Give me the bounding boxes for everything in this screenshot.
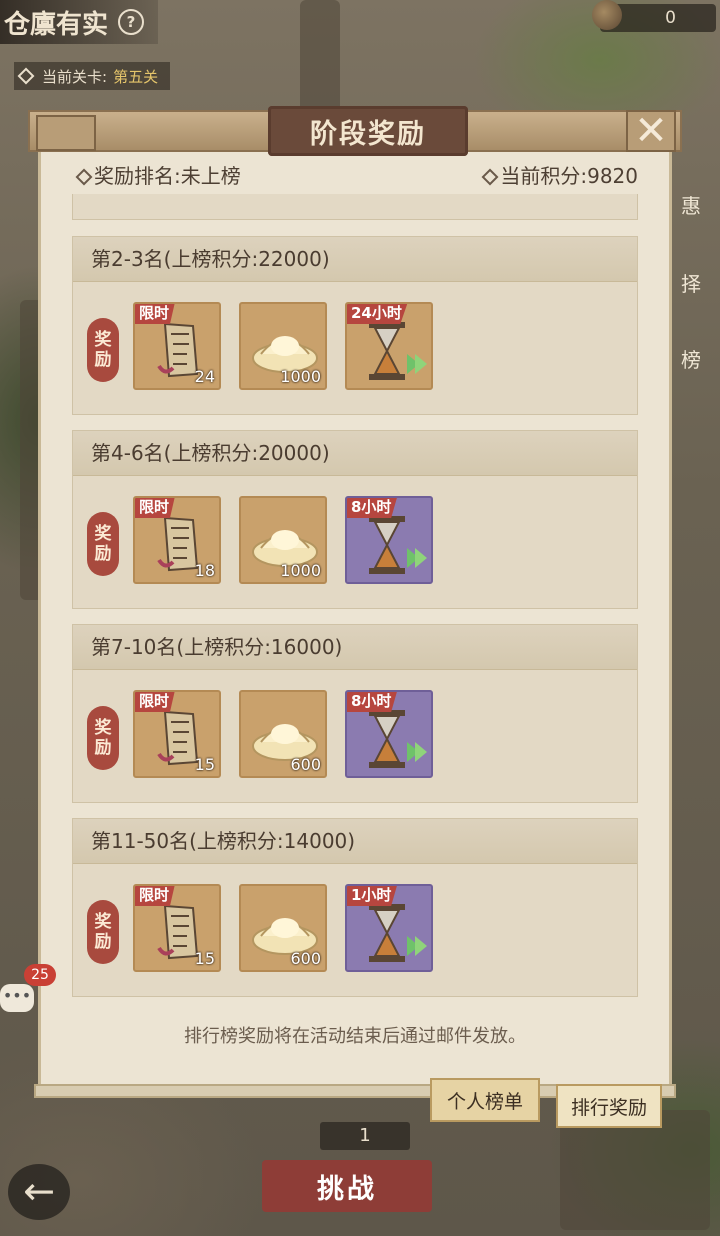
- item-count: 600: [290, 755, 321, 774]
- help-icon[interactable]: ?: [118, 9, 145, 35]
- item-tag: 限时: [135, 692, 176, 712]
- diamond-icon: [17, 67, 35, 85]
- badge-char: 奖: [94, 912, 112, 932]
- modal-title: 阶段奖励: [268, 106, 468, 156]
- item-count: 600: [290, 949, 321, 968]
- badge-char: 奖: [94, 524, 112, 544]
- mail-notice: 排行榜奖励将在活动结束后通过邮件发放。: [184, 1026, 526, 1047]
- reward-badge: 奖励: [87, 318, 119, 382]
- background-prop: [560, 1110, 710, 1230]
- badge-char: 励: [94, 350, 112, 370]
- badge-char: 励: [94, 932, 112, 952]
- reward-item-scroll[interactable]: 限时 15: [133, 690, 221, 778]
- reward-item-hourglass[interactable]: 8小时: [345, 496, 433, 584]
- badge-char: 励: [94, 544, 112, 564]
- item-tag: 8小时: [347, 692, 398, 712]
- side-label: 惠: [681, 194, 701, 218]
- event-title: 仓廪有实: [4, 9, 109, 40]
- item-tag: 1小时: [347, 886, 398, 906]
- tier-body: 奖励限时 15 600 1小时: [73, 864, 637, 996]
- reward-item-gold-ingot[interactable]: 1000: [239, 496, 327, 584]
- tier-title: 第2-3名(上榜积分:22000): [73, 237, 637, 282]
- event-title-bar: 仓廪有实 ?: [0, 0, 159, 44]
- rod-end: [36, 115, 96, 151]
- tier-body: 奖励限时 15 600 8小时: [73, 670, 637, 802]
- item-tag: 24小时: [347, 304, 408, 324]
- badge-char: 励: [94, 738, 112, 758]
- rank-label: 奖励排名:未上榜: [94, 164, 241, 188]
- tier-title: 第11-50名(上榜积分:14000): [73, 819, 637, 864]
- coin-counter: 0: [592, 0, 716, 32]
- reward-tier-partial: 35 2000 3: [72, 194, 638, 220]
- reward-item-gold-ingot[interactable]: 600: [239, 884, 327, 972]
- reward-item-scroll[interactable]: 限时 15: [133, 884, 221, 972]
- reward-badge: 奖励: [87, 900, 119, 964]
- diamond-icon: [481, 168, 499, 186]
- level-label: 当前关卡:: [42, 67, 108, 86]
- reward-item-scroll[interactable]: 限时 18: [133, 496, 221, 584]
- tier-body: 奖励限时 24 1000 24小时: [73, 282, 637, 414]
- challenge-button[interactable]: 挑战: [262, 1160, 432, 1212]
- side-label: 榜: [681, 348, 701, 372]
- tier-title: 第7-10名(上榜积分:16000): [73, 625, 637, 670]
- score-label: 当前积分:9820: [500, 164, 638, 188]
- coin-icon: [592, 0, 622, 30]
- diamond-icon: [75, 168, 93, 186]
- reward-tier-card: 第11-50名(上榜积分:14000) 奖励限时 15 600 1小时: [72, 818, 638, 997]
- badge-char: 奖: [94, 718, 112, 738]
- background-prop: [300, 0, 340, 120]
- chat-icon[interactable]: •••: [0, 984, 34, 1012]
- rank-info-row: 奖励排名:未上榜 当前积分:9820: [75, 160, 638, 190]
- reward-tier-list[interactable]: 35 2000 3 第2-3名(上榜积分:22000)奖励限时24100024小…: [72, 194, 638, 1008]
- item-count: 15: [194, 755, 215, 774]
- reward-item-hourglass[interactable]: 8小时: [345, 690, 433, 778]
- item-tag: 限时: [135, 498, 176, 518]
- reward-tier-card: 第7-10名(上榜积分:16000) 奖励限时 15 600 8小时: [72, 624, 638, 803]
- tab-personal-ranking[interactable]: 个人榜单: [430, 1078, 540, 1122]
- chat-unread-badge: 25: [24, 964, 56, 986]
- reward-item-hourglass[interactable]: 24小时: [345, 302, 433, 390]
- level-value: 第五关: [113, 67, 159, 86]
- item-count: 18: [194, 561, 215, 580]
- reward-tier-card: 第2-3名(上榜积分:22000) 奖励限时 24 1000 24小时: [72, 236, 638, 415]
- current-level: 当前关卡: 第五关: [14, 62, 171, 90]
- badge-char: 奖: [94, 330, 112, 350]
- reward-tier-card: 第4-6名(上榜积分:20000) 奖励限时 18 1000 8小时: [72, 430, 638, 609]
- item-count: 24: [194, 367, 215, 386]
- item-count: 1000: [280, 367, 321, 386]
- reward-badge: 奖励: [87, 706, 119, 770]
- item-tag: 限时: [135, 304, 176, 324]
- reward-item-scroll[interactable]: 限时 24: [133, 302, 221, 390]
- close-button[interactable]: ✕: [626, 110, 676, 152]
- rank-status: 奖励排名:未上榜: [75, 160, 241, 190]
- item-count: 1000: [280, 561, 321, 580]
- reward-item-gold-ingot[interactable]: 600: [239, 690, 327, 778]
- stage-reward-modal: 阶段奖励 ✕ 奖励排名:未上榜 当前积分:9820 35 2000 3 第2-3…: [28, 106, 682, 1098]
- item-tag: 限时: [135, 886, 176, 906]
- tier-body: 奖励限时 18 1000 8小时: [73, 476, 637, 608]
- coin-count: 0: [665, 8, 676, 28]
- tier-title: 第4-6名(上榜积分:20000): [73, 431, 637, 476]
- side-label: 择: [681, 272, 701, 296]
- current-score: 当前积分:9820: [481, 160, 638, 190]
- tab-ranking-rewards[interactable]: 排行奖励: [556, 1084, 662, 1128]
- reward-badge: 奖励: [87, 512, 119, 576]
- stage-number: 1: [320, 1122, 410, 1150]
- item-count: 15: [194, 949, 215, 968]
- reward-item-gold-ingot[interactable]: 1000: [239, 302, 327, 390]
- back-arrow-icon[interactable]: ←: [8, 1164, 70, 1220]
- reward-item-hourglass[interactable]: 1小时: [345, 884, 433, 972]
- item-tag: 8小时: [347, 498, 398, 518]
